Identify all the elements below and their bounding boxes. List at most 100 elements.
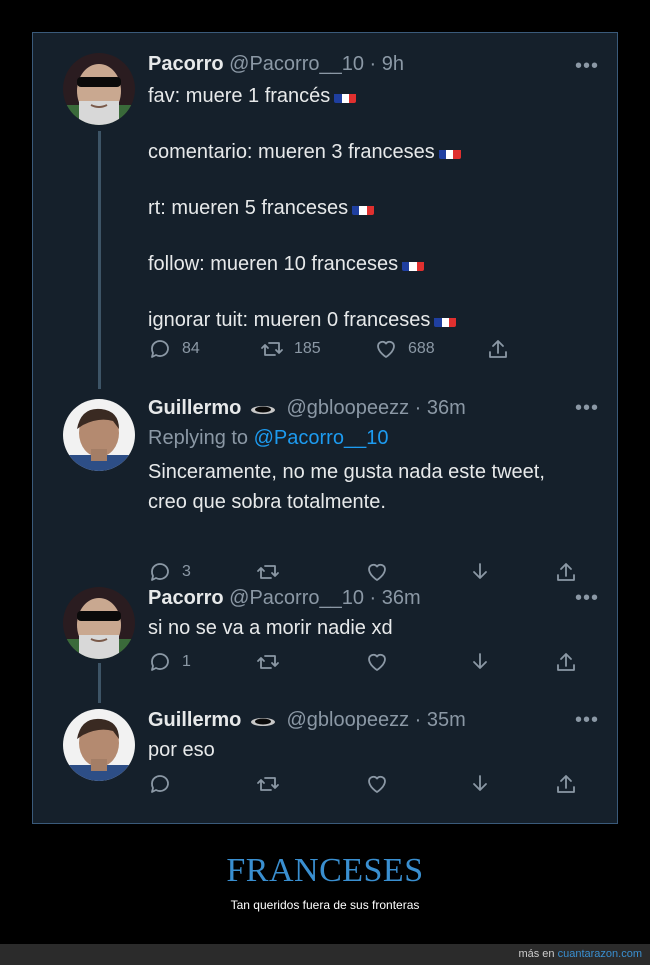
tweet-3[interactable]: ••• Pacorro @Pacorro__10 · 36m si no se … xyxy=(33,585,617,685)
tweet-line: fav: muere 1 francés xyxy=(148,85,331,107)
download-button[interactable] xyxy=(468,650,492,674)
france-flag-icon xyxy=(334,88,357,103)
reply-count: 84 xyxy=(182,340,200,357)
tweet-line: follow: mueren 10 franceses xyxy=(148,253,399,275)
author-handle[interactable]: @gbloopeezz xyxy=(286,709,409,731)
timestamp[interactable]: 36m xyxy=(382,587,421,609)
separator: · xyxy=(414,397,422,419)
retweet-button[interactable] xyxy=(256,772,280,796)
author-handle[interactable]: @gbloopeezz xyxy=(286,397,409,419)
like-button[interactable] xyxy=(365,772,389,796)
download-icon xyxy=(473,563,487,579)
reply-button[interactable]: 1 xyxy=(148,650,191,674)
share-button[interactable] xyxy=(554,650,578,674)
black-hole-emoji-icon xyxy=(250,717,275,726)
tweet-thread-screenshot: ••• Pacorro @Pacorro__10 · 9h fav: muere… xyxy=(32,32,618,824)
retweet-count: 185 xyxy=(294,340,321,357)
france-flag-icon xyxy=(402,256,425,271)
retweet-icon xyxy=(257,565,279,579)
tweet-line: Sinceramente, no me gusta nada este twee… xyxy=(148,461,545,483)
reply-count: 1 xyxy=(182,653,191,670)
replying-label: Replying to xyxy=(148,427,249,449)
black-hole-emoji-icon xyxy=(250,405,275,414)
share-icon xyxy=(557,563,575,581)
tweet-line: por eso xyxy=(148,739,215,761)
reply-button[interactable]: 3 xyxy=(148,560,191,584)
timestamp[interactable]: 35m xyxy=(427,709,466,731)
tweet-line: rt: mueren 5 franceses xyxy=(148,197,349,219)
reply-button[interactable]: 84 xyxy=(148,337,200,361)
replying-to-line: Replying to @Pacorro__10 xyxy=(148,425,593,451)
like-icon xyxy=(368,775,386,793)
avatar-pacorro[interactable] xyxy=(63,53,135,125)
like-icon xyxy=(377,340,395,358)
tweet-4[interactable]: ••• Guillermo @gbloopeezz · 35m por eso xyxy=(33,707,617,807)
tweet-body: Sinceramente, no me gusta nada este twee… xyxy=(148,457,593,517)
like-button[interactable] xyxy=(365,560,389,584)
author-name[interactable]: Pacorro xyxy=(148,53,224,75)
share-icon xyxy=(489,340,507,358)
download-icon xyxy=(473,653,487,669)
like-icon xyxy=(368,563,386,581)
separator: · xyxy=(414,709,422,731)
separator: · xyxy=(369,587,377,609)
retweet-button[interactable] xyxy=(256,560,280,584)
france-flag-icon xyxy=(352,200,375,215)
download-icon xyxy=(473,775,487,791)
retweet-button[interactable]: 185 xyxy=(260,337,321,361)
download-button[interactable] xyxy=(468,560,492,584)
share-button[interactable] xyxy=(554,772,578,796)
tweet-body: por eso xyxy=(148,735,593,765)
avatar-pacorro[interactable] xyxy=(63,587,135,659)
download-button[interactable] xyxy=(468,772,492,796)
share-button[interactable] xyxy=(486,337,510,361)
like-icon xyxy=(368,653,386,671)
tweet-header: Guillermo @gbloopeezz · 36m xyxy=(148,395,593,421)
like-button[interactable] xyxy=(365,650,389,674)
tweet-2[interactable]: ••• Guillermo @gbloopeezz · 36m Replying… xyxy=(33,395,617,581)
france-flag-icon xyxy=(434,312,457,327)
footer-site-link[interactable]: cuantarazon.com xyxy=(558,948,642,960)
like-count: 688 xyxy=(408,340,435,357)
separator: · xyxy=(369,53,377,75)
tweet-line: si no se va a morir nadie xd xyxy=(148,617,393,639)
tweet-body: si no se va a morir nadie xd xyxy=(148,613,593,643)
caption-title: FRANCESES xyxy=(226,852,424,889)
share-button[interactable] xyxy=(554,560,578,584)
tweet-header: Pacorro @Pacorro__10 · 36m xyxy=(148,585,593,611)
timestamp[interactable]: 9h xyxy=(382,53,404,75)
tweet-header: Guillermo @gbloopeezz · 35m xyxy=(148,707,593,733)
reply-icon xyxy=(151,340,169,358)
footer-prefix: más en xyxy=(518,948,555,960)
reply-button[interactable] xyxy=(148,772,172,796)
france-flag-icon xyxy=(438,144,461,159)
retweet-button[interactable] xyxy=(256,650,280,674)
mention-link[interactable]: @Pacorro__10 xyxy=(254,427,389,449)
tweet-line: creo que sobra totalmente. xyxy=(148,491,386,513)
avatar-guillermo[interactable] xyxy=(63,399,135,471)
reply-icon xyxy=(151,653,169,671)
share-icon xyxy=(557,653,575,671)
share-icon xyxy=(557,775,575,793)
caption-subtitle: Tan queridos fuera de sus fronteras xyxy=(230,898,420,912)
author-name[interactable]: Guillermo xyxy=(148,397,241,419)
author-handle[interactable]: @Pacorro__10 xyxy=(229,587,364,609)
tweet-1[interactable]: ••• Pacorro @Pacorro__10 · 9h fav: muere… xyxy=(33,47,617,377)
retweet-icon xyxy=(257,777,279,791)
author-name[interactable]: Guillermo xyxy=(148,709,241,731)
retweet-icon xyxy=(257,655,279,669)
tweet-line: ignorar tuit: mueren 0 franceses xyxy=(148,309,431,331)
reply-count: 3 xyxy=(182,563,191,580)
like-button[interactable]: 688 xyxy=(374,337,435,361)
footer-bar: más en cuantarazon.com xyxy=(0,944,650,965)
tweet-header: Pacorro @Pacorro__10 · 9h xyxy=(148,51,593,77)
timestamp[interactable]: 36m xyxy=(427,397,466,419)
reply-icon xyxy=(151,563,169,581)
author-name[interactable]: Pacorro xyxy=(148,587,224,609)
retweet-icon xyxy=(261,342,283,356)
tweet-line: comentario: mueren 3 franceses xyxy=(148,141,435,163)
avatar-guillermo[interactable] xyxy=(63,709,135,781)
reply-icon xyxy=(151,775,169,793)
author-handle[interactable]: @Pacorro__10 xyxy=(229,53,364,75)
tweet-body: fav: muere 1 francés comentario: mueren … xyxy=(148,81,593,335)
